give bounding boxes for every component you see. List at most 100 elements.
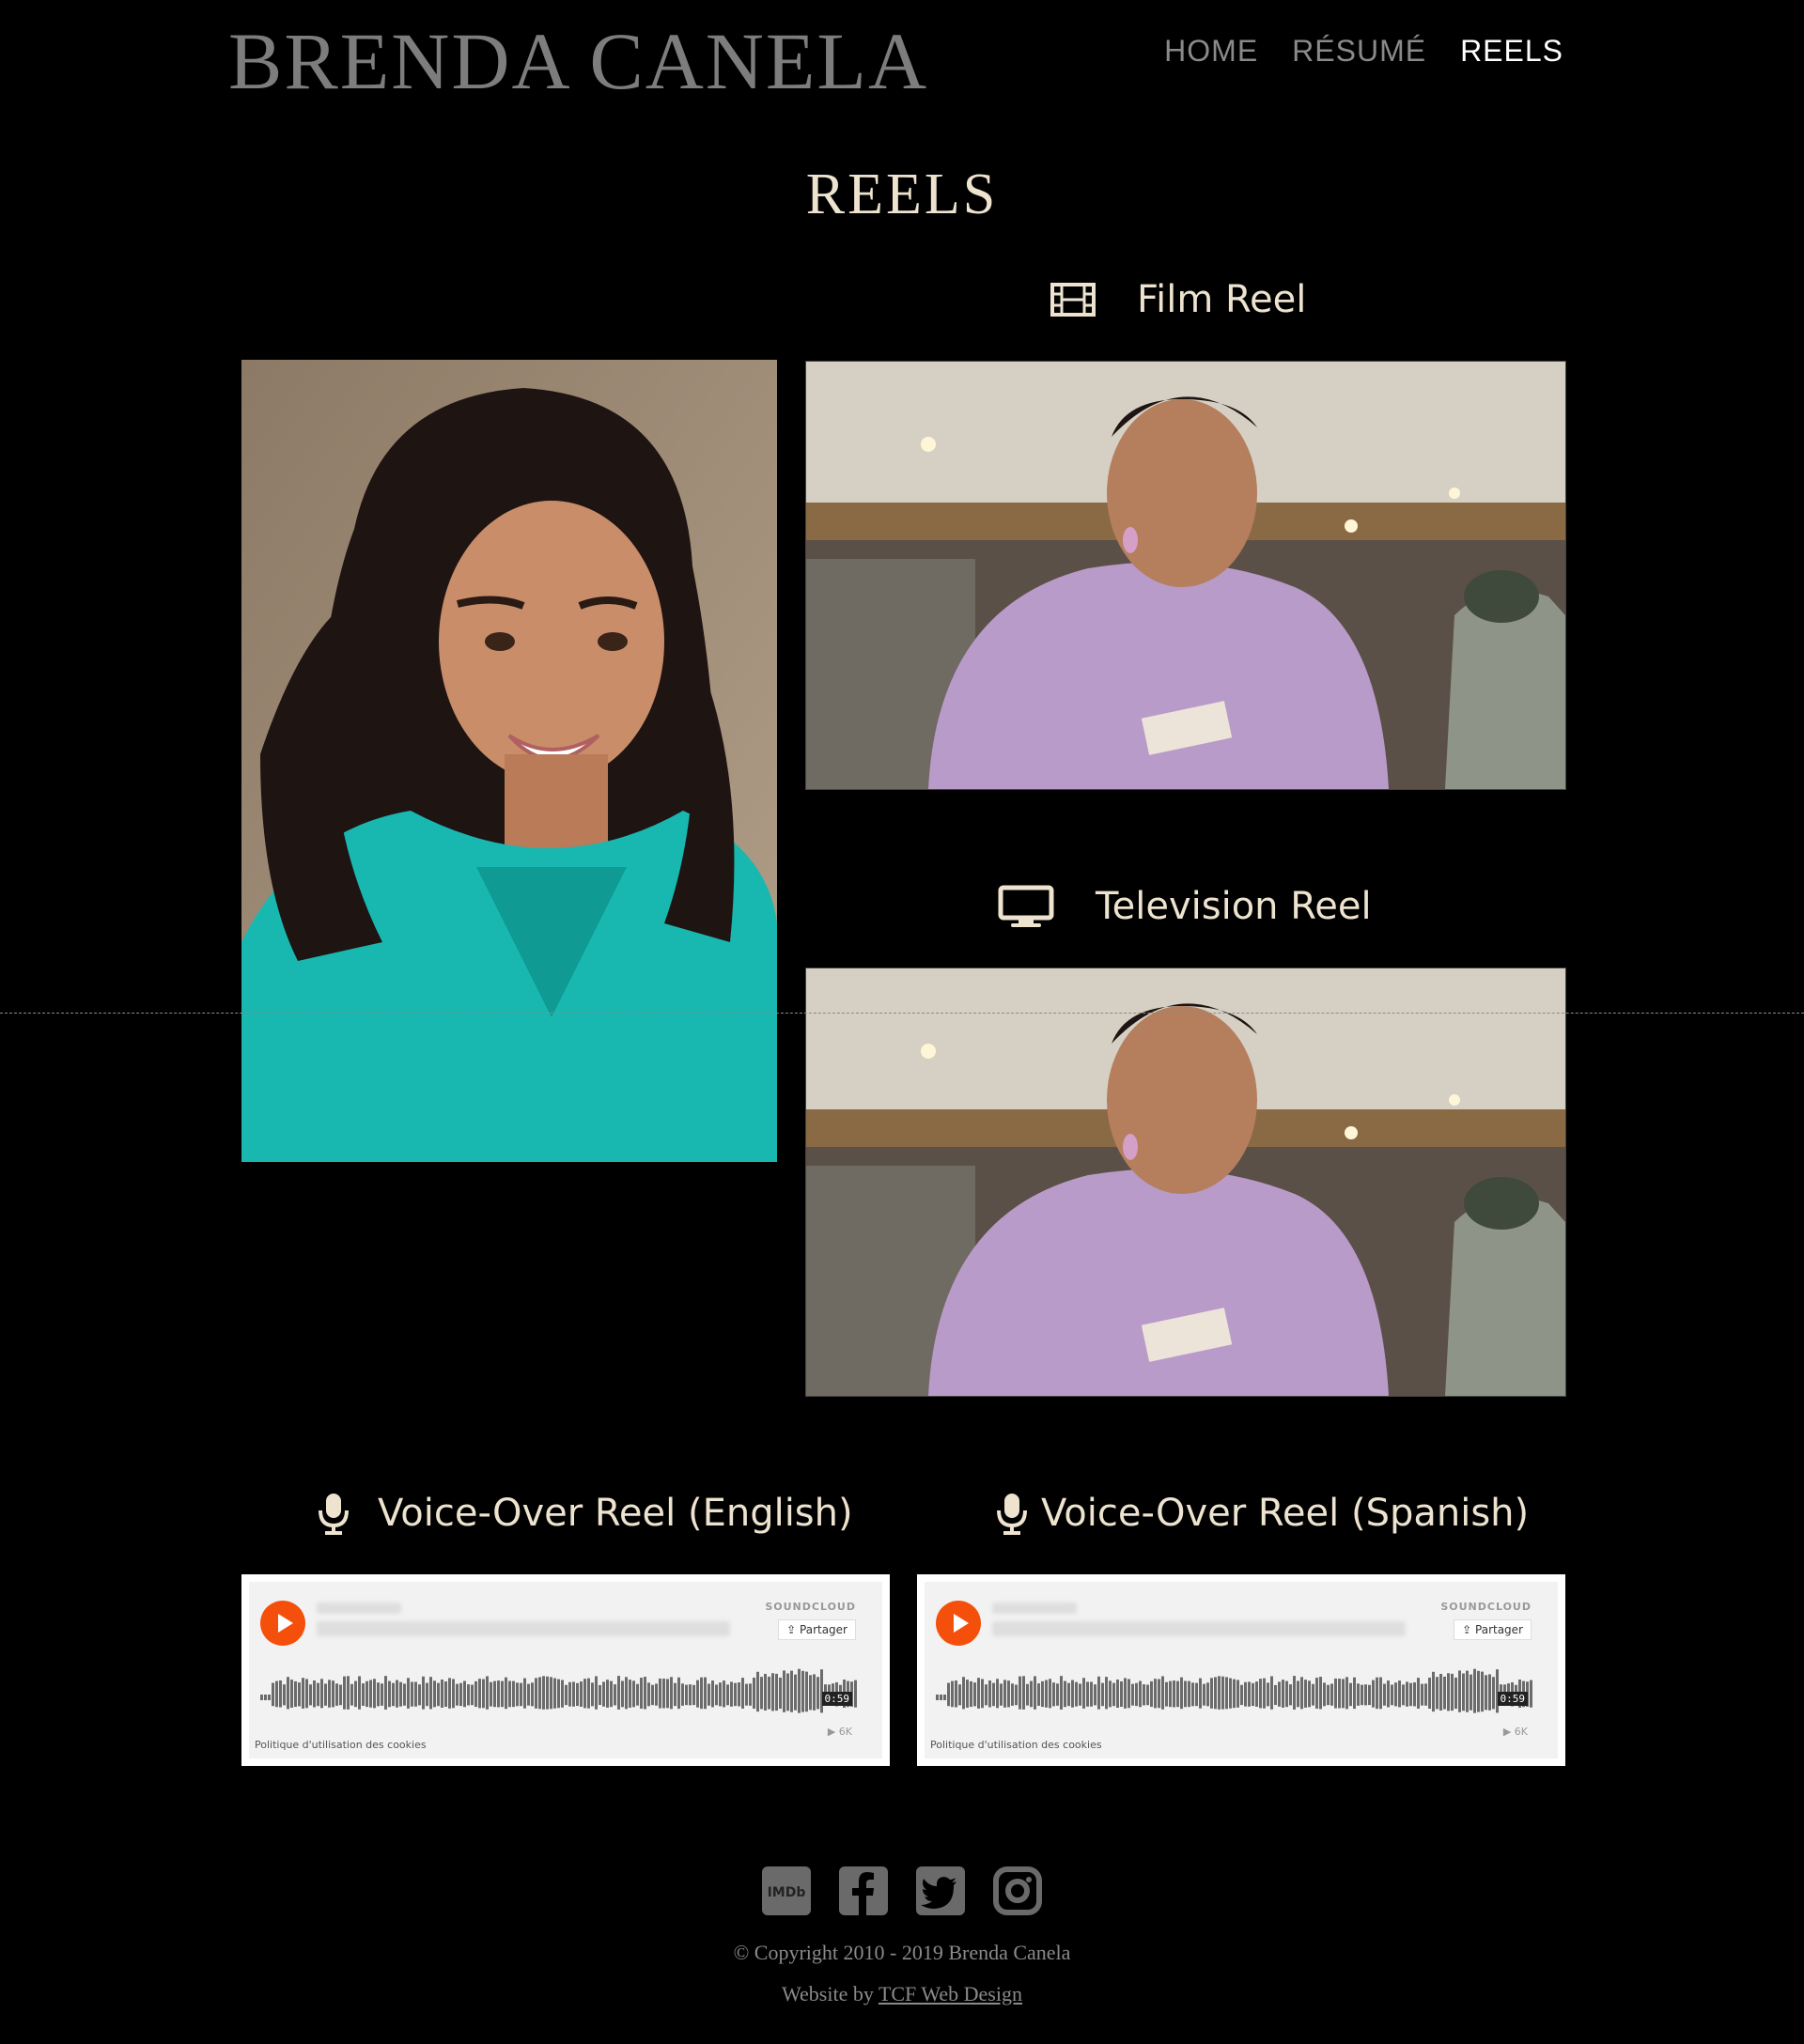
credit-prefix: Website by <box>782 1982 879 2005</box>
waveform-bar <box>677 1677 680 1710</box>
waveform-bar <box>813 1674 816 1711</box>
waveform-bar <box>1424 1683 1427 1706</box>
waveform-bar <box>546 1676 549 1710</box>
nav-home[interactable]: HOME <box>1164 34 1258 69</box>
waveform[interactable] <box>936 1663 1533 1728</box>
waveform-bar <box>655 1683 658 1706</box>
waveform-bar <box>651 1684 654 1706</box>
waveform-bar <box>1173 1680 1175 1708</box>
waveform-bar <box>1105 1677 1108 1710</box>
waveform-bar <box>347 1676 350 1710</box>
soundcloud-brand[interactable]: SOUNDCLOUD <box>1440 1601 1532 1613</box>
waveform-bar <box>478 1679 481 1709</box>
waveform-bar <box>958 1684 961 1706</box>
waveform-bar <box>764 1673 767 1711</box>
waveform-bar <box>629 1680 631 1708</box>
waveform-bar <box>260 1695 263 1700</box>
waveform-bar <box>508 1680 511 1708</box>
nav-reels[interactable]: REELS <box>1460 34 1563 69</box>
waveform-bar <box>459 1682 462 1707</box>
waveform-bar <box>1086 1681 1089 1707</box>
track-title-blurred <box>317 1621 730 1636</box>
waveform-bar <box>1214 1677 1217 1710</box>
waveform-bar <box>332 1680 334 1708</box>
waveform-bar <box>1101 1682 1104 1707</box>
waveform-bar <box>966 1680 969 1708</box>
film-reel-video[interactable] <box>805 361 1566 790</box>
play-button[interactable] <box>260 1601 305 1646</box>
waveform-bar <box>1409 1682 1412 1707</box>
waveform-bar <box>1368 1684 1371 1706</box>
waveform-bar <box>290 1680 293 1708</box>
facebook-icon[interactable] <box>838 1866 889 1916</box>
waveform-bar <box>1270 1676 1273 1710</box>
waveform-bar <box>617 1676 620 1710</box>
waveform[interactable] <box>260 1663 858 1728</box>
waveform-bar <box>689 1684 692 1706</box>
waveform-bar <box>779 1677 782 1710</box>
waveform-bar <box>490 1681 492 1707</box>
waveform-bar <box>1165 1681 1168 1707</box>
play-count: ▶ 6K <box>1502 1726 1528 1738</box>
waveform-bar <box>275 1680 278 1708</box>
waveform-bar <box>369 1680 372 1708</box>
vo-english-label: Voice-Over Reel (English) <box>378 1492 853 1535</box>
waveform-bar <box>1406 1681 1408 1707</box>
waveform-bar <box>1451 1673 1454 1711</box>
twitter-icon[interactable] <box>915 1866 966 1916</box>
waveform-bar <box>343 1676 346 1710</box>
soundcloud-brand[interactable]: SOUNDCLOUD <box>765 1601 856 1613</box>
waveform-bar <box>595 1676 598 1710</box>
waveform-bar <box>587 1678 590 1709</box>
waveform-bar <box>313 1680 316 1708</box>
waveform-bar <box>816 1677 819 1710</box>
imdb-icon[interactable]: IMDb <box>761 1866 812 1916</box>
waveform-bar <box>955 1680 957 1708</box>
waveform-bar <box>599 1684 601 1706</box>
cookie-policy-link[interactable]: Politique d'utilisation des cookies <box>255 1739 427 1751</box>
play-button[interactable] <box>936 1601 981 1646</box>
waveform-bar <box>1334 1678 1337 1709</box>
waveform-bar <box>520 1682 522 1707</box>
waveform-bar <box>354 1680 357 1708</box>
waveform-bar <box>373 1679 376 1709</box>
waveform-bar <box>1315 1678 1318 1709</box>
waveform-bar <box>1203 1683 1205 1706</box>
instagram-icon[interactable] <box>992 1866 1043 1916</box>
share-button[interactable]: ⇪ Partager <box>1454 1619 1532 1640</box>
waveform-bar <box>1364 1684 1367 1706</box>
waveform-bar <box>973 1682 976 1707</box>
waveform-bar <box>298 1682 301 1707</box>
waveform-bar <box>279 1680 282 1708</box>
waveform-bar <box>1439 1673 1442 1711</box>
waveform-bar <box>324 1683 327 1706</box>
waveform-bar <box>272 1682 274 1707</box>
waveform-bar <box>1056 1683 1059 1706</box>
waveform-bar <box>1229 1678 1232 1709</box>
share-button[interactable]: ⇪ Partager <box>778 1619 856 1640</box>
cookie-policy-link[interactable]: Politique d'utilisation des cookies <box>930 1739 1102 1751</box>
play-count: ▶ 6K <box>827 1726 852 1738</box>
waveform-bar <box>977 1678 980 1709</box>
waveform-bar <box>614 1684 616 1706</box>
waveform-bar <box>576 1682 579 1707</box>
waveform-bar <box>568 1681 571 1707</box>
waveform-bar <box>309 1684 312 1706</box>
waveform-bar <box>786 1673 789 1711</box>
waveform-bar <box>396 1680 398 1708</box>
waveform-bar <box>418 1684 421 1706</box>
waveform-bar <box>1379 1677 1382 1710</box>
waveform-bar <box>426 1682 428 1707</box>
waveform-bar <box>1225 1677 1228 1710</box>
site-credit: Website by TCF Web Design <box>0 1982 1804 2006</box>
waveform-bar <box>704 1677 707 1710</box>
waveform-bar <box>1376 1677 1378 1710</box>
waveform-bar <box>1417 1678 1420 1709</box>
site-title[interactable]: BRENDA CANELA <box>228 17 928 106</box>
credit-link[interactable]: TCF Web Design <box>879 1982 1022 2005</box>
nav-resume[interactable]: RÉSUMÉ <box>1292 34 1426 69</box>
waveform-bar <box>1120 1680 1123 1708</box>
soundcloud-player-spanish: SOUNDCLOUD ⇪ Partager 0:59 Politique d'u… <box>917 1574 1565 1766</box>
television-reel-video[interactable] <box>805 968 1566 1397</box>
waveform-bar <box>456 1683 459 1706</box>
